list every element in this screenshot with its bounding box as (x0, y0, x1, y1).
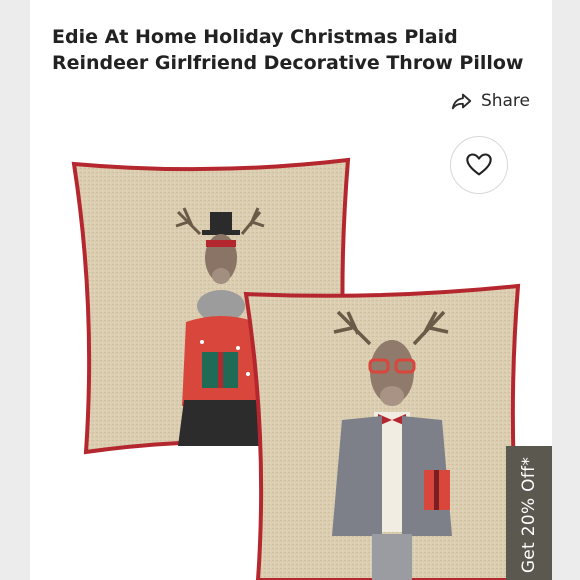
share-label: Share (480, 91, 530, 111)
boy-reindeer-pillow (243, 283, 525, 580)
product-title: Edie At Home Holiday Christmas Plaid Rei… (52, 26, 524, 74)
heart-icon (466, 153, 492, 176)
share-button[interactable]: Share (451, 88, 530, 114)
promo-tab[interactable]: Get 20% Off* (506, 446, 552, 580)
product-image[interactable] (52, 116, 530, 580)
like-button[interactable] (450, 136, 508, 194)
listing-page: Edie At Home Holiday Christmas Plaid Rei… (30, 0, 552, 580)
promo-label: Get 20% Off* (519, 456, 539, 574)
share-arrow-icon (451, 93, 472, 110)
